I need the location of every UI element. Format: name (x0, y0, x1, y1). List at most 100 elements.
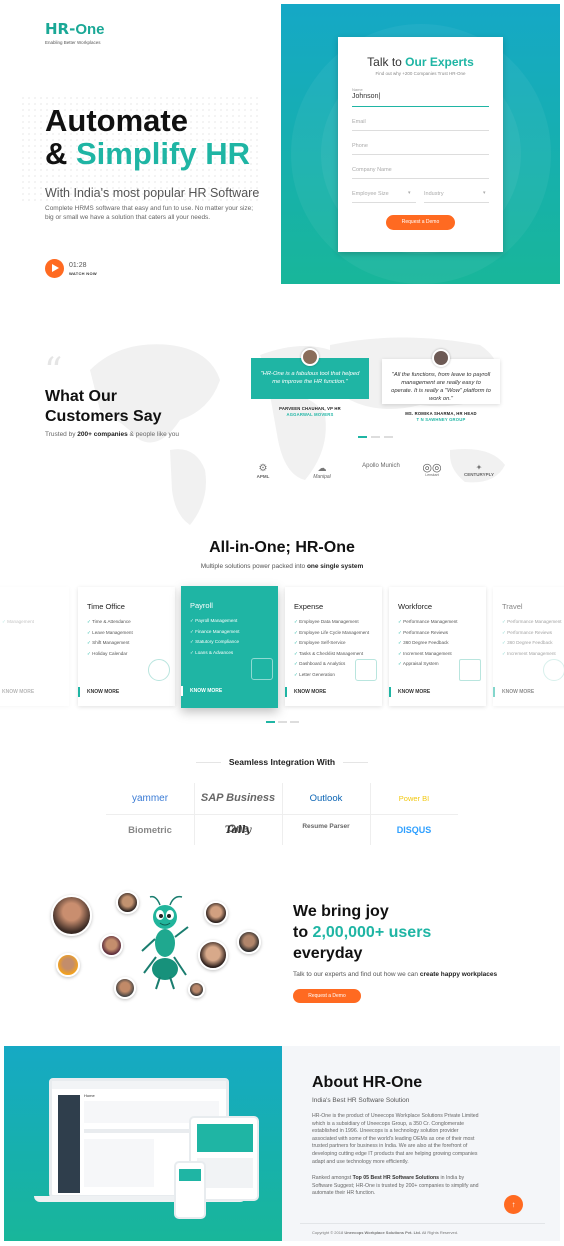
people-icon (459, 659, 481, 681)
client-logo-centuryply: ✦ CENTURYPLY (462, 463, 496, 477)
logo-hr: HR- (45, 20, 76, 38)
user-avatar (100, 934, 123, 957)
integration-biometric: Biometric (128, 825, 172, 836)
trusted-prefix: Trusted by (45, 431, 78, 438)
about-subtitle: India's Best HR Software Solution (312, 1097, 410, 1104)
know-more-link[interactable]: KNOW MORE (2, 689, 34, 695)
know-more-bar (285, 687, 287, 697)
watch-now-link[interactable]: WATCH NOW (69, 271, 97, 276)
company-underline (352, 178, 489, 179)
integration-disqus: DISQUS (396, 825, 432, 835)
joy-line1: We bring joy (293, 903, 389, 920)
module-feature-list: Performance Management Performance Revie… (502, 617, 562, 660)
module-feature-list: Performance Management Performance Revie… (398, 617, 458, 670)
name-field[interactable]: Johnson| (352, 93, 380, 100)
scroll-to-top-button[interactable]: ↑ (504, 1195, 523, 1214)
module-feature: Employee Life Cycle Management (294, 628, 369, 639)
module-feature-list: Management (2, 617, 34, 628)
brand-logo[interactable]: HR-One Enabling Better Workplaces (45, 20, 105, 45)
integration-yammer: yammer (131, 793, 169, 804)
joy-line2-prefix: to (293, 924, 313, 941)
phone-mockup (174, 1161, 206, 1219)
client-logo-text: Apollo Munich (362, 463, 400, 469)
name-underline (352, 106, 489, 107)
integration-resume-parser: Resume Parser (302, 823, 350, 830)
carousel-dot-active[interactable] (358, 436, 367, 438)
employee-size-underline (352, 202, 416, 203)
about-title: About HR-One (312, 1074, 423, 1091)
ant-mascot-illustration (141, 895, 189, 990)
integrations-title: Seamless Integration With (228, 757, 336, 767)
industry-select[interactable]: Industry (424, 191, 444, 197)
email-field[interactable]: Email (352, 119, 366, 125)
request-demo-button[interactable]: Request a Demo (386, 215, 455, 230)
joy-request-demo-button[interactable]: Request a Demo (293, 989, 361, 1003)
about-paragraph: HR-One is the product of Uneecops Workpl… (312, 1113, 479, 1165)
user-avatar (198, 940, 228, 970)
client-logo-manipal: ☁ Manipal (306, 463, 338, 480)
know-more-bar (78, 687, 80, 697)
joy-line3: everyday (293, 945, 363, 962)
carousel-dot[interactable] (278, 721, 287, 723)
hero-title-line2: & Simplify HR (45, 137, 250, 171)
know-more-link[interactable]: KNOW MORE (294, 689, 326, 695)
module-feature: Employee Self-Service (294, 638, 369, 649)
user-avatar (114, 977, 136, 999)
about-ranking-bold: Top 05 Best HR Software Solutions (352, 1175, 440, 1181)
modules-title: All-in-One; HR-One (209, 539, 355, 556)
testimonial-company: AGGARWAL MOVERS (286, 412, 334, 417)
module-title: Expense (294, 602, 324, 611)
employee-size-select[interactable]: Employee Size (352, 191, 389, 197)
module-card-expense[interactable]: Expense Employee Data Management Employe… (285, 587, 382, 706)
clock-icon (148, 659, 170, 681)
module-card-partial[interactable]: Management KNOW MORE (0, 587, 69, 706)
carousel-dot[interactable] (371, 436, 380, 438)
hero-subtitle: With India's most popular HR Software (45, 186, 260, 200)
hero-title-line1: Automate (45, 103, 188, 138)
carousel-dot-active[interactable] (266, 721, 275, 723)
email-underline (352, 130, 489, 131)
know-more-bar (389, 687, 391, 697)
module-feature: Performance Reviews (502, 628, 562, 639)
module-feature: 360 Degree Feedback (398, 638, 458, 649)
play-video-button[interactable] (45, 259, 64, 278)
client-logo-apml: ⚙ APML (250, 463, 276, 479)
module-feature: Increment Management (502, 649, 562, 660)
company-name-field[interactable]: Company Name (352, 167, 392, 173)
module-card-payroll[interactable]: Payroll Payroll Management Finance Manag… (181, 586, 278, 708)
module-card-workforce[interactable]: Workforce Performance Management Perform… (389, 587, 486, 706)
carousel-dot[interactable] (290, 721, 299, 723)
mock-tablet-header (197, 1124, 253, 1152)
form-title-prefix: Talk to (367, 55, 406, 69)
module-feature: Performance Reviews (398, 628, 458, 639)
carousel-dot[interactable] (384, 436, 393, 438)
joy-subtext: Talk to our experts and find out how we … (293, 971, 497, 978)
know-more-link[interactable]: KNOW MORE (502, 689, 534, 695)
module-feature-list: Payroll Management Finance Management St… (190, 616, 240, 658)
know-more-link[interactable]: KNOW MORE (398, 689, 430, 695)
module-feature: Payroll Management (190, 616, 240, 627)
module-card-time-office[interactable]: Time Office Time & Attendance Leave Mana… (78, 587, 175, 706)
industry-underline (424, 202, 489, 203)
trusted-bold: 200+ companies (77, 431, 128, 438)
demo-request-form: Talk to Our Experts Find out why +200 Co… (338, 37, 503, 252)
module-feature: Performance Management (502, 617, 561, 628)
phone-underline (352, 154, 489, 155)
mock-screen-title: Home (84, 1093, 95, 1098)
know-more-link[interactable]: KNOW MORE (190, 688, 222, 694)
testimonials-title-line1: What Our (45, 388, 117, 405)
know-more-link[interactable]: KNOW MORE (87, 689, 119, 695)
module-card-travel[interactable]: Travel Performance Management Performanc… (493, 587, 564, 706)
module-feature: Holiday Calendar (87, 649, 133, 660)
module-feature: 360 Degree Feedback (502, 638, 562, 649)
module-title: Payroll (190, 601, 213, 610)
testimonial-company: T N SAWHNEY GROUP (416, 417, 466, 422)
phone-field[interactable]: Phone (352, 143, 368, 149)
module-feature: Management (2, 617, 34, 628)
client-logo-text: CENTURYPLY (464, 472, 494, 477)
divider (343, 762, 368, 763)
copyright-bold: Uneecops Workplace Solutions Pvt. Ltd. (344, 1230, 421, 1235)
module-feature: Increment Management (398, 649, 458, 660)
modules-subtitle-prefix: Multiple solutions power packed into (200, 563, 307, 570)
chevron-down-icon: ▾ (408, 190, 411, 196)
